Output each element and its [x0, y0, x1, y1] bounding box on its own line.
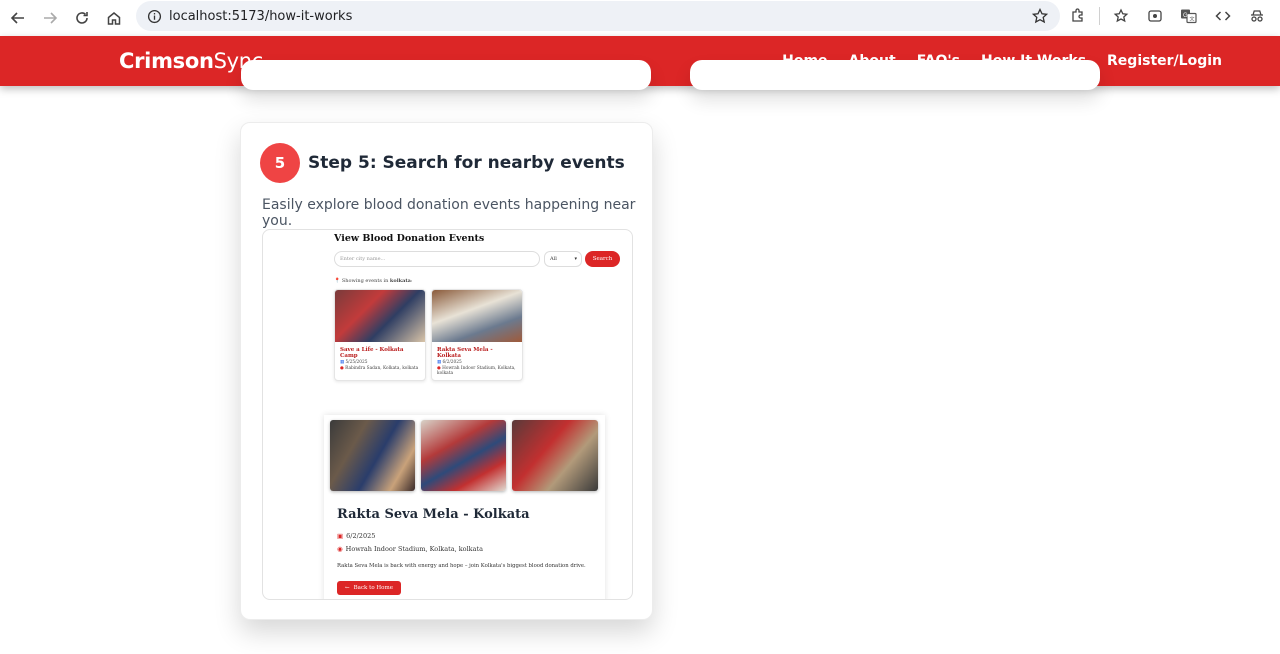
arrow-left-icon: ←: [345, 585, 350, 591]
nav-register-login[interactable]: Register/Login: [1107, 53, 1222, 69]
event-detail-date: ▣ 6/2/2025: [337, 532, 376, 540]
chevron-down-icon: ▾: [574, 256, 577, 262]
event-location: ● Howrah Indoor Stadium, Kolkata, kolkat…: [437, 366, 516, 376]
event-detail-title: Rakta Seva Mela - Kolkata: [337, 507, 530, 522]
home-icon[interactable]: [98, 3, 130, 33]
pin-icon: ●: [340, 366, 344, 371]
incognito-icon[interactable]: [1244, 3, 1270, 29]
calendar-icon: ▦: [340, 360, 345, 365]
search-button: Search: [585, 251, 620, 267]
event-name: Save a Life - Kolkata Camp: [340, 347, 404, 359]
bookmarks-icon[interactable]: [1108, 3, 1134, 29]
event-card: Save a Life - Kolkata Camp ▦ 5/25/2025 ●…: [334, 289, 426, 381]
event-detail-panel: Rakta Seva Mela - Kolkata ▣ 6/2/2025 ◉ How…: [324, 415, 605, 599]
translate-icon[interactable]: G文: [1176, 3, 1202, 29]
bookmark-star-icon[interactable]: [1032, 8, 1048, 24]
devtools-icon[interactable]: [1210, 3, 1236, 29]
event-photo: [432, 290, 522, 342]
event-card: Rakta Seva Mela - Kolkata ▦ 6/2/2025 ● H…: [431, 289, 523, 381]
screenshot-icon[interactable]: [1142, 3, 1168, 29]
events-heading: View Blood Donation Events: [334, 233, 485, 244]
previous-step-card: [690, 60, 1100, 90]
event-location: ● Rabindra Sadan, Kolkata, kolkata: [340, 366, 419, 371]
event-photo: [512, 420, 598, 491]
calendar-icon: ▦: [437, 360, 442, 365]
browser-actions: G文: [1065, 3, 1270, 29]
event-photo: [330, 420, 415, 491]
event-detail-description: Rakta Seva Mela is back with energy and …: [337, 563, 586, 569]
forward-icon[interactable]: [34, 3, 66, 33]
step-description: Easily explore blood donation events hap…: [262, 197, 636, 229]
event-photo: [335, 290, 425, 342]
reload-icon[interactable]: [66, 3, 98, 33]
svg-text:G: G: [1183, 13, 1188, 19]
site-info-icon[interactable]: [139, 1, 169, 31]
previous-step-card: [241, 60, 651, 90]
event-photo: [421, 420, 506, 491]
pin-icon: ◉: [337, 545, 343, 553]
step-title: Step 5: Search for nearby events: [308, 153, 625, 173]
browser-toolbar: localhost:5173/how-it-works G文: [0, 0, 1280, 36]
url-text[interactable]: localhost:5173/how-it-works: [169, 9, 352, 24]
back-to-home-button: ← Back to Home: [337, 581, 401, 595]
pin-icon: 📍: [334, 278, 341, 284]
filter-select: All ▾: [544, 251, 582, 267]
svg-text:文: 文: [1190, 16, 1195, 23]
back-icon[interactable]: [2, 3, 34, 33]
step-card: 5 Step 5: Search for nearby events Easil…: [240, 122, 653, 620]
city-search-input: Enter city name...: [334, 251, 540, 267]
step-screenshot: View Blood Donation Events Enter city na…: [262, 229, 633, 600]
event-detail-location: ◉ Howrah Indoor Stadium, Kolkata, kolkata: [337, 545, 483, 553]
calendar-icon: ▣: [337, 532, 344, 540]
extensions-icon[interactable]: [1065, 3, 1091, 29]
address-bar[interactable]: localhost:5173/how-it-works: [136, 1, 1060, 31]
event-name: Rakta Seva Mela - Kolkata: [437, 347, 493, 359]
step-number-badge: 5: [260, 143, 300, 183]
toolbar-divider: [1099, 7, 1100, 25]
showing-events-text: 📍 Showing events in kolkata:: [334, 278, 413, 284]
